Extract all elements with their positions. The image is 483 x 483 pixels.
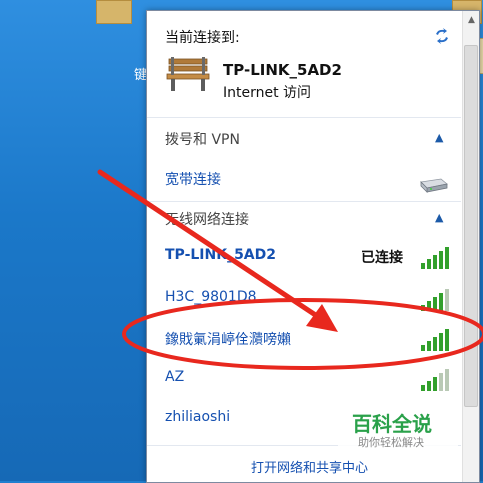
section-wireless[interactable]: 无线网络连接: [165, 209, 249, 229]
signal-strength-icon: [421, 367, 449, 391]
watermark-title: 百科全说: [352, 412, 432, 436]
scroll-up-arrow-icon[interactable]: ▲: [466, 15, 477, 26]
scrollbar-thumb[interactable]: [464, 45, 478, 407]
wifi-item-name[interactable]: AZ: [165, 369, 184, 385]
wifi-item-name[interactable]: TP-LINK_5AD2: [165, 247, 276, 263]
section-dialup-vpn[interactable]: 拨号和 VPN: [165, 129, 240, 149]
watermark-subtitle: 助你轻松解决: [358, 436, 424, 449]
signal-strength-icon: [421, 327, 449, 351]
signal-strength-icon: [421, 245, 449, 269]
divider: [147, 201, 461, 202]
divider: [147, 117, 461, 118]
collapse-caret-icon[interactable]: ▲: [435, 131, 443, 144]
wifi-item-status: 已连接: [361, 250, 403, 266]
scrollbar[interactable]: ▲: [462, 11, 479, 482]
current-network-status: Internet 访问: [223, 85, 312, 101]
refresh-icon[interactable]: [433, 27, 451, 45]
collapse-caret-icon[interactable]: ▲: [435, 211, 443, 224]
signal-strength-icon: [421, 287, 449, 311]
modem-icon: [420, 178, 448, 193]
broadband-connection-item[interactable]: 宽带连接: [165, 169, 221, 189]
desktop-folder-icon[interactable]: [96, 0, 132, 24]
network-bench-icon: [166, 57, 210, 91]
wifi-item-name[interactable]: H3C_9801D8: [165, 289, 257, 305]
current-network-name: TP-LINK_5AD2: [223, 61, 342, 79]
wifi-item-name[interactable]: zhiliaoshi: [165, 409, 230, 425]
wifi-item-name[interactable]: 鐌戝氭涓嵉佺濻嗙嬾: [165, 329, 291, 349]
watermark: 百科全说 助你轻松解决: [338, 404, 458, 454]
current-connection-label: 当前连接到:: [165, 30, 240, 46]
open-network-sharing-center-link[interactable]: 打开网络和共享中心: [251, 457, 368, 476]
